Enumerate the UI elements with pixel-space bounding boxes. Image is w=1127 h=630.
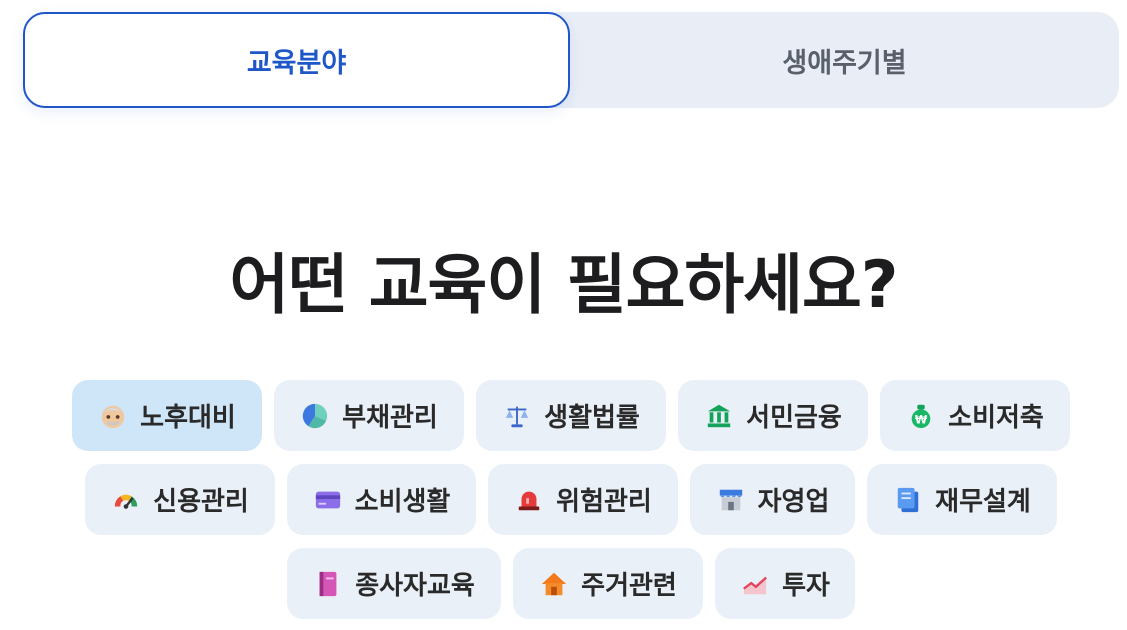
category-label: 종사자교육 (355, 571, 475, 601)
gauge-icon (111, 485, 141, 515)
category-label: 소비생활 (354, 487, 451, 517)
category-housing[interactable]: 주거관련 (513, 548, 703, 619)
document-icon (893, 485, 923, 515)
house-icon (539, 569, 569, 599)
tab-life-cycle[interactable]: 생애주기별 (570, 12, 1119, 108)
category-label: 위험관리 (556, 487, 652, 517)
category-life-law[interactable]: 생활법률 (476, 380, 666, 451)
category-label: 신용관리 (153, 487, 249, 517)
category-retirement[interactable]: 노후대비 (72, 380, 262, 451)
category-debt-management[interactable]: 부채관리 (274, 380, 464, 451)
bank-icon (704, 401, 734, 431)
pie-chart-icon (300, 401, 330, 431)
category-label: 생활법률 (544, 403, 640, 433)
category-financial-planning[interactable]: 재무설계 (867, 464, 1057, 535)
page-heading: 어떤 교육이 필요하세요? (229, 248, 899, 323)
siren-icon (514, 485, 544, 515)
category-label: 자영업 (757, 487, 830, 517)
category-risk-management[interactable]: 위험관리 (488, 464, 678, 535)
category-consumer-life[interactable]: 소비생활 (287, 464, 476, 535)
category-credit-management[interactable]: 신용관리 (85, 464, 275, 535)
category-label: 투자 (782, 571, 830, 601)
category-label: 주거관련 (581, 571, 677, 601)
category-worker-education[interactable]: 종사자교육 (287, 548, 501, 619)
elderly-face-icon (98, 401, 128, 431)
credit-card-icon (313, 485, 343, 515)
store-icon (716, 485, 746, 515)
category-label: 노후대비 (140, 403, 236, 433)
category-investment[interactable]: 투자 (715, 548, 855, 619)
trend-chart-icon (740, 569, 770, 599)
svg-text:₩: ₩ (915, 413, 928, 426)
category-label: 소비저축 (948, 403, 1044, 433)
tab-education-field[interactable]: 교육분야 (23, 12, 570, 108)
category-label: 부채관리 (342, 403, 438, 433)
category-microfinance[interactable]: 서민금융 (678, 380, 868, 451)
category-label: 서민금융 (746, 403, 842, 433)
scales-icon (502, 401, 532, 431)
education-type-tabs: 교육분야 생애주기별 (23, 12, 1119, 108)
category-label: 재무설계 (935, 487, 1031, 517)
notebook-icon (313, 569, 343, 599)
category-consumption-savings[interactable]: ₩ 소비저축 (880, 380, 1070, 451)
category-self-employed[interactable]: 자영업 (690, 464, 855, 535)
money-bag-icon: ₩ (906, 401, 936, 431)
